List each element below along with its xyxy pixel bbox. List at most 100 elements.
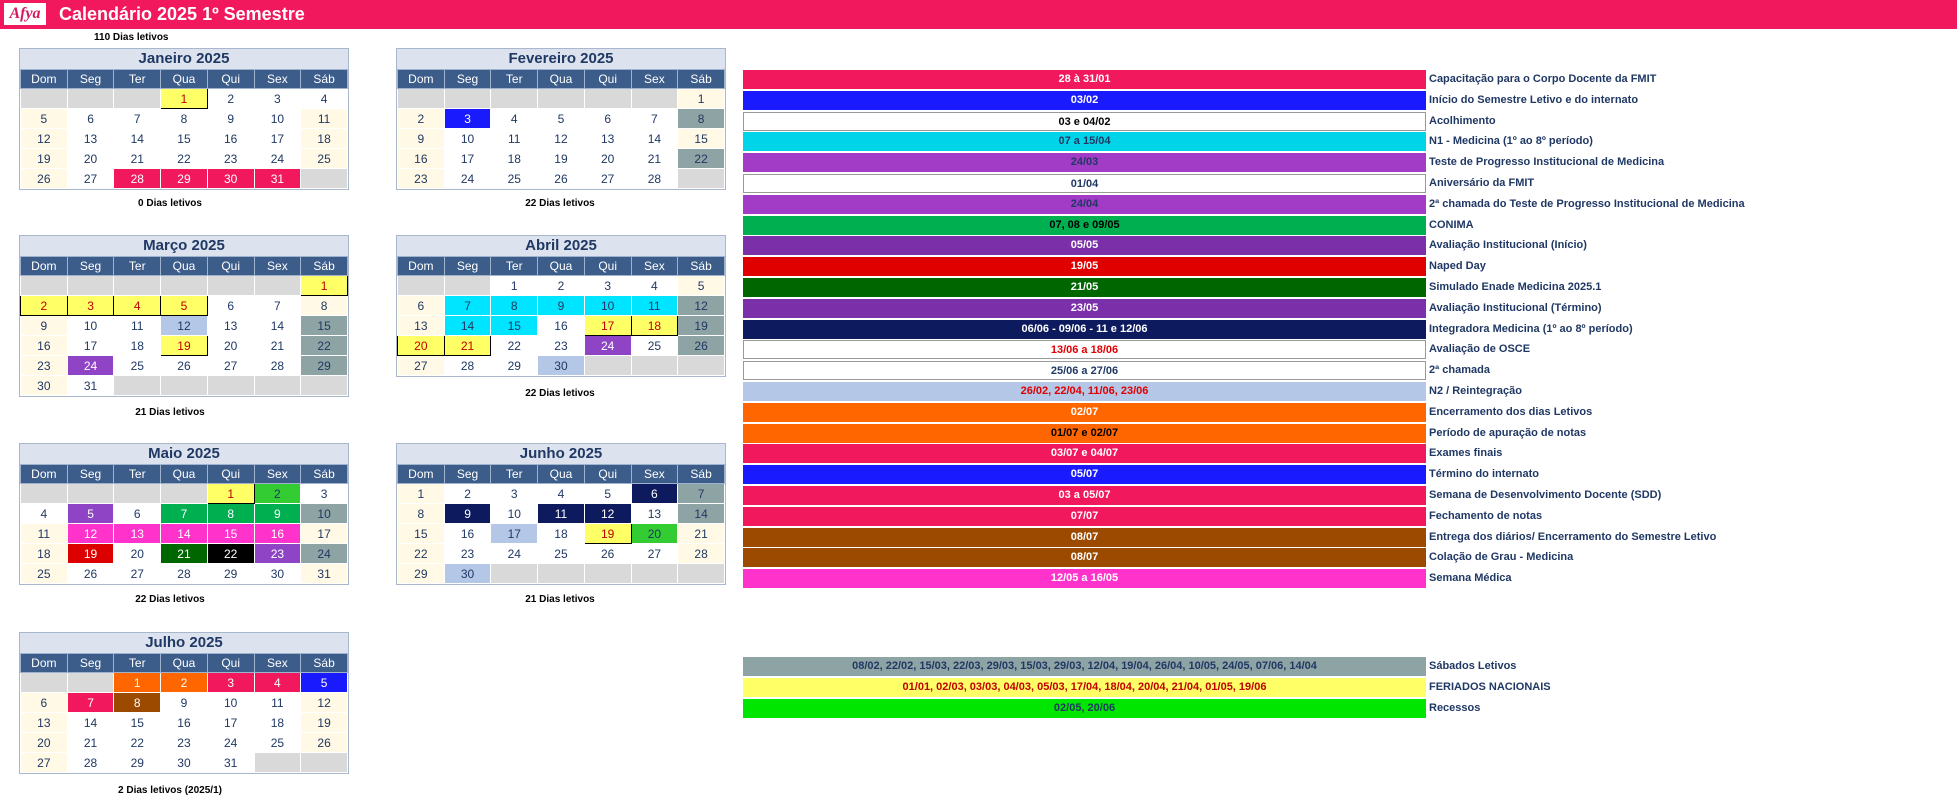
day-cell: 19 [66,543,115,564]
weekday-header: Sex [630,69,679,89]
day-cell: 18 [537,523,585,544]
weekday-header: Seg [66,256,115,276]
day-cell: 8 [677,108,725,129]
day-cell: 30 [537,355,585,376]
day-cell: 20 [206,335,255,356]
day-cell: 2 [253,483,302,504]
day-cell: 11 [630,295,679,316]
legend-label: Sábados Letivos [1429,660,1517,672]
day-cell [66,672,115,693]
day-cell: 24 [66,355,115,376]
weekday-header: Ter [490,464,539,484]
day-cell: 7 [253,295,302,316]
weekday-header: Ter [113,69,162,89]
day-cell: 31 [253,168,302,189]
day-cell: 6 [20,692,68,713]
legend-label: Acolhimento [1429,114,1496,127]
legend-label: Exames finais [1429,447,1503,460]
weekday-header: Qui [206,464,255,484]
day-cell: 10 [443,128,492,149]
weekday-header: Seg [66,464,115,484]
legend-date-range: 02/07 [743,402,1426,422]
day-cell [160,483,208,504]
day-cell [630,563,679,584]
weekday-header: Qui [206,69,255,89]
day-cell: 9 [443,503,492,524]
month-title: Janeiro 2025 [20,49,348,69]
legend-date-range: 03/07 e 04/07 [743,444,1426,464]
weekday-header: Qua [160,256,208,276]
month-calendar: Abril 2025 Dom Seg Ter Qua Qui Sex Sáb 1 2 3 4 5 6 7 8 9… [396,235,726,377]
day-cell: 17 [66,335,115,356]
day-cell: 26 [66,563,115,584]
day-cell: 6 [66,108,115,129]
day-cell: 14 [630,128,679,149]
day-cell: 30 [160,752,208,773]
legend-date-range: 03 e 04/02 [743,111,1426,131]
day-cell [443,275,492,296]
day-cell: 19 [537,148,585,169]
day-cell [113,483,162,504]
day-cell: 26 [160,355,208,376]
day-cell: 5 [583,483,632,504]
month-title: Julho 2025 [20,633,348,653]
day-cell: 13 [206,315,255,336]
legend-date-range: 07 a 15/04 [743,132,1426,152]
legend-date-range: 28 à 31/01 [743,70,1426,89]
legend-date-range: 02/05, 20/06 [743,699,1426,718]
day-cell: 21 [253,335,302,356]
day-cell: 10 [490,503,539,524]
day-cell: 4 [630,275,679,296]
day-cell: 15 [300,315,348,336]
legend-label: N1 - Medicina (1º ao 8º período) [1429,135,1593,148]
month-footer: 22 Dias letivos [135,594,205,605]
day-cell: 23 [443,543,492,564]
day-cell: 25 [20,563,68,584]
day-cell: 20 [20,732,68,753]
day-cell: 19 [677,315,725,336]
day-cell [630,88,679,109]
day-cell: 16 [206,128,255,149]
month-title: Março 2025 [20,236,348,256]
day-cell: 20 [113,543,162,564]
day-cell: 2 [206,88,255,109]
day-cell: 26 [583,543,632,564]
day-cell [677,355,725,376]
day-cell: 3 [583,275,632,296]
day-cell: 4 [537,483,585,504]
day-cell: 5 [537,108,585,129]
day-cell: 22 [490,335,539,356]
day-cell: 12 [300,692,348,713]
weekday-header: Qui [583,69,632,89]
day-cell: 9 [206,108,255,129]
day-cell: 24 [583,335,632,356]
day-cell: 13 [583,128,632,149]
day-cell: 19 [583,523,632,544]
day-cell: 12 [66,523,115,544]
day-cell: 7 [677,483,725,504]
day-cell: 31 [300,563,348,584]
day-cell: 25 [113,355,162,376]
legend-label: Encerramento dos dias Letivos [1429,405,1593,418]
day-cell: 15 [677,128,725,149]
day-cell [20,672,68,693]
day-cell: 17 [583,315,632,336]
day-cell: 18 [113,335,162,356]
day-cell [206,375,255,396]
day-cell: 27 [630,543,679,564]
weekday-header: Dom [397,464,445,484]
day-cell: 19 [20,148,68,169]
month-footer: 22 Dias letivos [525,198,595,209]
day-cell: 27 [20,752,68,773]
day-cell [583,355,632,376]
legend-date-range: 24/04 [743,194,1426,214]
weekday-header: Seg [443,464,492,484]
day-cell: 6 [397,295,445,316]
day-cell: 25 [537,543,585,564]
legend-label: Teste de Progresso Institucional de Medi… [1429,156,1665,169]
legend-date-range: 05/07 [743,465,1426,485]
day-cell: 28 [160,563,208,584]
weekday-header: Sáb [300,653,348,673]
day-cell [113,275,162,296]
legend-date-range: 08/07 [743,548,1426,568]
